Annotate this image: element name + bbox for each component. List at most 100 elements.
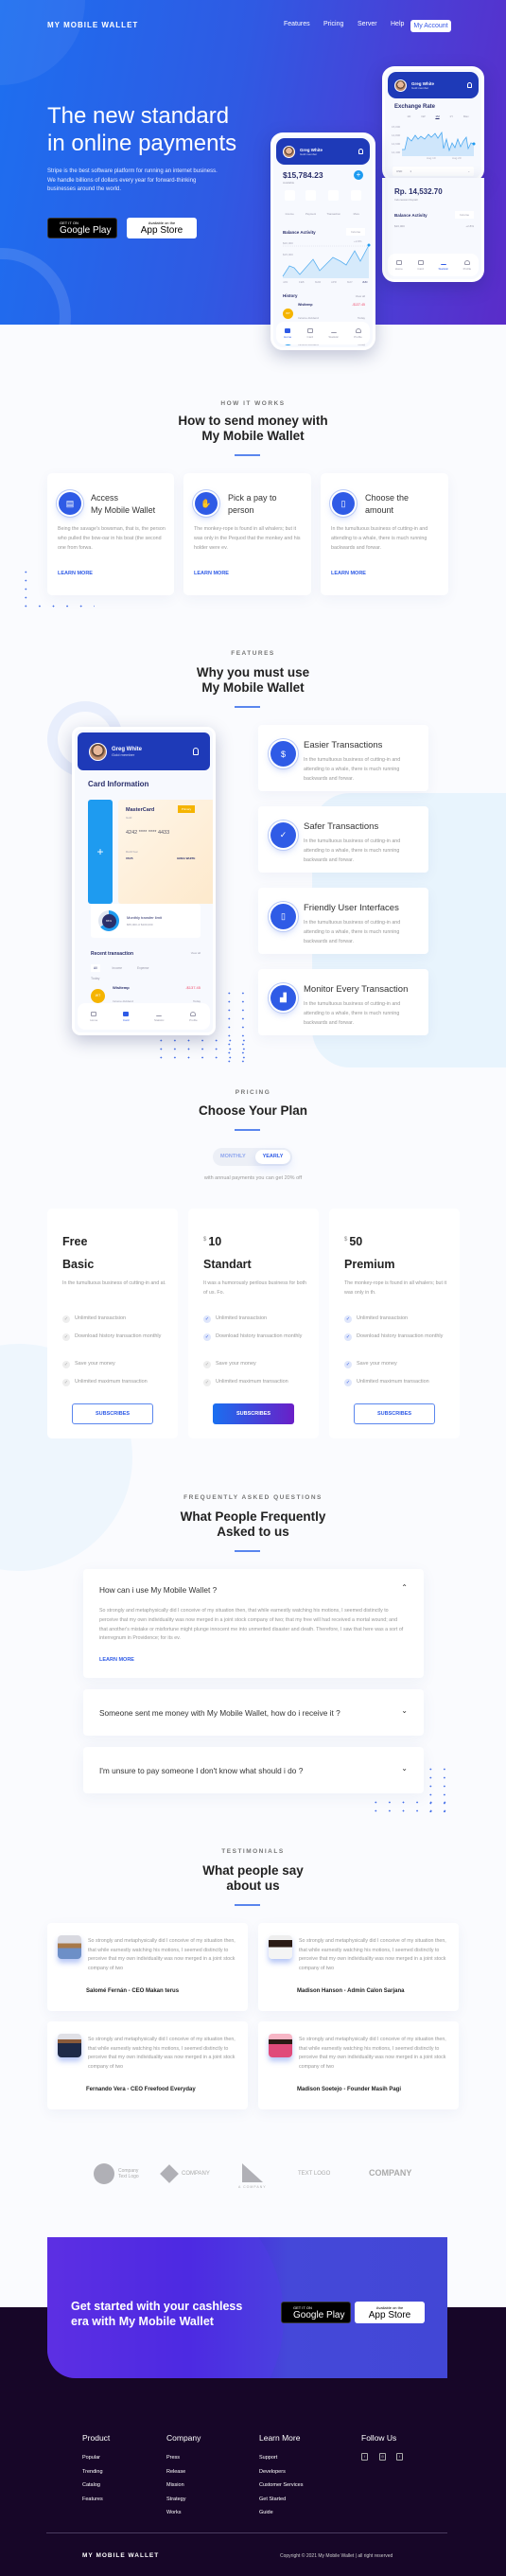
transaction-row[interactable]: WT Wisltemp Income dividend -$137.45 Today bbox=[283, 303, 365, 324]
footer-link[interactable]: Developers bbox=[259, 2469, 286, 2475]
footer-link[interactable]: Guide bbox=[259, 2510, 273, 2515]
tab-statistic[interactable]: Statistic bbox=[154, 1012, 165, 1022]
tab-profile[interactable]: Profile bbox=[189, 1011, 198, 1022]
faq-question[interactable]: Someone sent me money with My Mobile Wal… bbox=[99, 1708, 340, 1718]
faq-eyebrow: FREQUENTLY ASKED QUESTIONS bbox=[183, 1494, 323, 1501]
faq-question[interactable]: How can i use My Mobile Wallet ? bbox=[99, 1585, 217, 1595]
add-card-button[interactable]: + bbox=[88, 800, 113, 904]
bottom-tab-bar: Home Card Statistic Profile bbox=[78, 1003, 210, 1030]
svg-text:JUN: JUN bbox=[362, 280, 367, 284]
footer-link[interactable]: Trending bbox=[82, 2469, 103, 2475]
tab-card[interactable]: Card bbox=[417, 259, 424, 271]
svg-text:$15,000: $15,000 bbox=[283, 253, 293, 256]
tab-profile[interactable]: Profile bbox=[463, 259, 471, 271]
learn-more-link[interactable]: LEARN MORE bbox=[331, 571, 366, 576]
google-play-button[interactable]: GET IT ON Google Play bbox=[47, 218, 117, 238]
activity-filter[interactable]: Income bbox=[346, 228, 365, 236]
footer-link[interactable]: Support bbox=[259, 2455, 277, 2461]
check-icon: ✓ bbox=[203, 1379, 211, 1386]
google-play-button[interactable]: GET IT ON Google Play bbox=[281, 2302, 351, 2323]
learn-more-link[interactable]: LEARN MORE bbox=[194, 571, 229, 576]
toggle-yearly[interactable]: YEARLY bbox=[255, 1150, 290, 1164]
nav-help[interactable]: Help bbox=[391, 21, 404, 27]
footer-link[interactable]: Works bbox=[166, 2510, 181, 2515]
learn-more-link[interactable]: LEARN MORE bbox=[58, 571, 93, 576]
subscribe-button[interactable]: SUBSCRIBES bbox=[213, 1403, 294, 1424]
title-divider bbox=[235, 1129, 260, 1131]
footer-link[interactable]: Catalog bbox=[82, 2482, 100, 2488]
bell-icon[interactable] bbox=[193, 748, 199, 755]
decor-dots bbox=[369, 1798, 452, 1815]
svg-text:MAR: MAR bbox=[315, 280, 321, 284]
plan-feature: ✓ Save your money bbox=[62, 1361, 115, 1368]
svg-text:14,800: 14,800 bbox=[392, 133, 401, 137]
faq-question[interactable]: I'm unsure to pay someone I don't know w… bbox=[99, 1766, 303, 1775]
bell-icon[interactable] bbox=[358, 149, 363, 154]
avatar bbox=[394, 79, 407, 92]
footer-link[interactable]: Press bbox=[166, 2455, 180, 2461]
mobile-icon: ▯ bbox=[270, 904, 296, 929]
plan-card-premium: $50 Premium The monkey-rope is found in … bbox=[329, 1209, 460, 1438]
chevron-down-icon[interactable]: ⌄ bbox=[401, 1764, 408, 1773]
action-more[interactable]: More bbox=[351, 190, 362, 220]
nav-server[interactable]: Server bbox=[358, 21, 377, 27]
plan-card-standart: $10 Standart It was a humorously perilou… bbox=[188, 1209, 319, 1438]
brand-logo[interactable]: MY MOBILE WALLET bbox=[47, 21, 138, 29]
mastercard-card[interactable]: MasterCard Gold Primary 4242 **** **** 4… bbox=[118, 800, 213, 904]
facebook-icon[interactable]: f bbox=[361, 2453, 368, 2461]
how-it-works-eyebrow: HOW IT WORKS bbox=[220, 400, 286, 407]
footer-link[interactable]: Features bbox=[82, 2497, 103, 2502]
tab-card[interactable]: Card bbox=[123, 1011, 129, 1022]
activity-filter[interactable]: Income bbox=[455, 211, 474, 219]
app-store-button[interactable]: Available on the App Store bbox=[355, 2302, 425, 2323]
footer-brand[interactable]: MY MOBILE WALLET bbox=[82, 2552, 159, 2559]
balance-activity-chart: $20,000 $15,000 +2.8% JAN FEB MAR APR MA… bbox=[282, 239, 371, 284]
subscribe-button[interactable]: SUBSCRIBES bbox=[354, 1403, 435, 1424]
tab-statistic[interactable]: Statistic bbox=[439, 260, 448, 271]
plan-feature: ✓ Unlimited transactsion bbox=[344, 1315, 409, 1323]
my-account-button[interactable]: My Account bbox=[410, 20, 451, 32]
chevron-up-icon[interactable]: ⌃ bbox=[401, 1583, 408, 1592]
bell-icon[interactable] bbox=[467, 82, 472, 88]
footer-link[interactable]: Popular bbox=[82, 2455, 100, 2461]
decor-circle bbox=[0, 0, 85, 85]
footer-link[interactable]: Release bbox=[166, 2469, 185, 2475]
nav-features[interactable]: Features bbox=[284, 21, 310, 27]
view-all-link[interactable]: View all bbox=[191, 951, 201, 957]
chevron-down-icon[interactable]: ⌄ bbox=[401, 1706, 408, 1715]
toggle-monthly[interactable]: MONTHLY bbox=[220, 1154, 246, 1159]
faq-item[interactable]: Someone sent me money with My Mobile Wal… bbox=[83, 1689, 424, 1736]
card-information-title: Card Information bbox=[88, 780, 149, 788]
app-store-button[interactable]: Available on the App Store bbox=[127, 218, 197, 238]
twitter-icon[interactable]: t bbox=[396, 2453, 403, 2461]
footer-link[interactable]: Mission bbox=[166, 2482, 184, 2488]
chart-area bbox=[402, 132, 474, 156]
footer-link[interactable]: Strategy bbox=[166, 2497, 185, 2502]
check-icon: ✓ bbox=[62, 1379, 70, 1386]
footer-link[interactable]: Get Started bbox=[259, 2497, 286, 2502]
tab-statistic[interactable]: Statistic bbox=[328, 328, 339, 339]
subscribe-button[interactable]: SUBSCRIBES bbox=[72, 1403, 153, 1424]
tab-home[interactable]: Home bbox=[284, 327, 291, 339]
tab-home[interactable]: Home bbox=[395, 259, 403, 271]
footer-link[interactable]: Customer Services bbox=[259, 2482, 303, 2488]
faq-item[interactable]: I'm unsure to pay someone I don't know w… bbox=[83, 1747, 424, 1793]
decor-ring bbox=[0, 248, 71, 325]
nav-pricing[interactable]: Pricing bbox=[323, 21, 343, 27]
instagram-icon[interactable]: ◎ bbox=[379, 2453, 386, 2461]
currency-from-select[interactable]: USD 1 ⌄ bbox=[393, 167, 474, 176]
plan-feature: ✓ Download history transaction monthly bbox=[62, 1333, 162, 1341]
view-all-link[interactable]: View all bbox=[356, 294, 365, 298]
action-transaction[interactable]: Transaction bbox=[326, 190, 340, 220]
action-payment[interactable]: Payment bbox=[305, 190, 316, 220]
svg-text:14,400: 14,400 bbox=[392, 150, 401, 154]
add-icon[interactable]: + bbox=[354, 170, 363, 180]
tab-profile[interactable]: Profile bbox=[354, 327, 362, 339]
learn-more-link[interactable]: LEARN MORE bbox=[99, 1657, 134, 1663]
tab-home[interactable]: Home bbox=[90, 1011, 97, 1022]
tab-card[interactable]: Card bbox=[307, 327, 313, 339]
chart-point bbox=[367, 243, 371, 247]
billing-toggle[interactable]: MONTHLY YEARLY bbox=[213, 1148, 292, 1166]
action-income[interactable]: Income bbox=[284, 190, 295, 220]
svg-text:$20,000: $20,000 bbox=[283, 241, 293, 245]
